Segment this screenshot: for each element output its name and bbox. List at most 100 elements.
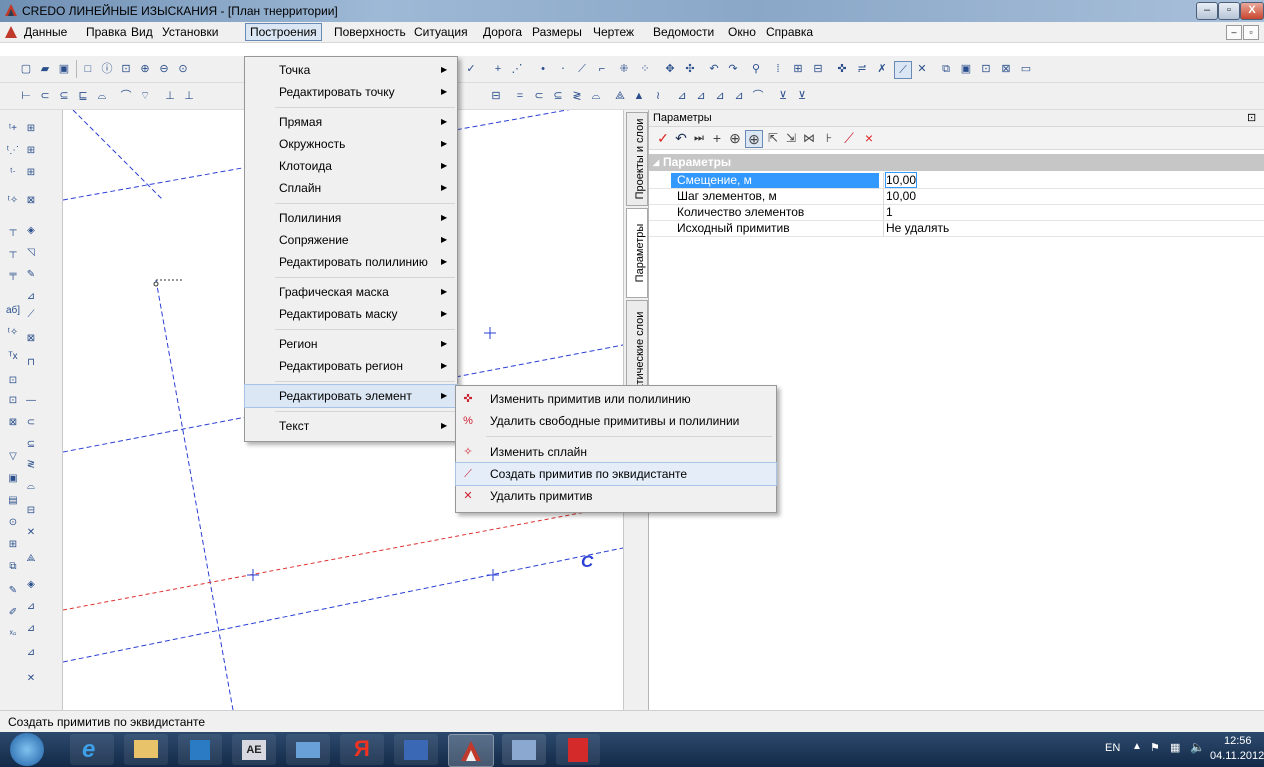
frame-icon[interactable]: □: [80, 61, 96, 77]
delete-grid-icon[interactable]: ⊠: [22, 330, 40, 348]
explorer-icon[interactable]: [124, 734, 168, 765]
dot-icon[interactable]: •: [535, 61, 551, 77]
polyline-edit-icon[interactable]: ◈: [22, 576, 40, 594]
polyline-icon[interactable]: ⟁: [612, 88, 628, 104]
menu-item-edit-mask[interactable]: Редактировать маску ▶: [245, 303, 457, 325]
param-value[interactable]: 10,00: [883, 189, 1264, 204]
menu-item-point[interactable]: Точка ▶: [245, 59, 457, 81]
point-move-icon[interactable]: ᵗ✧: [4, 324, 22, 342]
station-icon[interactable]: ┬: [4, 222, 22, 240]
menu-item-fillet[interactable]: Сопряжение ▶: [245, 229, 457, 251]
point-line-tool-icon[interactable]: ᵗ⋰: [4, 142, 22, 160]
new-file-icon[interactable]: ▢: [18, 61, 34, 77]
menu-drawing[interactable]: Чертеж: [589, 24, 638, 40]
delete-free-icon[interactable]: ✗: [874, 61, 890, 77]
export-icon[interactable]: ⊠: [998, 61, 1014, 77]
cross-tool-icon[interactable]: ✕: [22, 524, 40, 542]
param-value[interactable]: Не удалять: [883, 221, 1264, 236]
mdi-restore-icon[interactable]: ▫: [1243, 25, 1259, 40]
menu-reports[interactable]: Ведомости: [649, 24, 718, 40]
region-icon[interactable]: ▽: [4, 448, 22, 466]
undo-step-icon[interactable]: ↶: [673, 130, 689, 146]
window-view-icon[interactable]: ⧉: [938, 61, 954, 77]
submenu-item-delete-free[interactable]: % Удалить свободные примитивы и полилинии: [456, 410, 776, 432]
check-icon[interactable]: ✓: [463, 61, 479, 77]
next-step-icon[interactable]: ⏭: [691, 130, 707, 146]
show-hidden-icons-icon[interactable]: ▲: [1132, 741, 1142, 752]
zoom-out-icon[interactable]: ⊖: [156, 61, 172, 77]
measure-icon[interactable]: ⊟: [488, 88, 504, 104]
arc2-icon[interactable]: ⊆: [56, 88, 72, 104]
equal-icon[interactable]: =: [512, 88, 528, 104]
save-icon[interactable]: ▣: [56, 61, 72, 77]
fill2-icon[interactable]: ▤: [4, 492, 22, 510]
target-icon[interactable]: ⊕: [727, 130, 743, 146]
binoculars-icon[interactable]: ⚲: [748, 61, 764, 77]
grid-icon[interactable]: ⁞: [770, 61, 786, 77]
volume-icon[interactable]: 🔈: [1190, 740, 1205, 754]
select-cursor2-icon[interactable]: ⇲: [783, 130, 799, 146]
ie-icon[interactable]: e: [70, 734, 114, 765]
layers-icon[interactable]: ⊞: [790, 61, 806, 77]
dim-icon[interactable]: ⊥: [162, 88, 178, 104]
edit-line4-icon[interactable]: ⊿: [731, 88, 747, 104]
target-active-icon[interactable]: ⊕: [745, 130, 763, 148]
menu-item-edit-element[interactable]: Редактировать элемент ▶: [244, 384, 458, 408]
cancel-x-icon[interactable]: ×: [861, 130, 877, 146]
menu-view[interactable]: Вид: [127, 24, 157, 40]
edit-line2-icon[interactable]: ⊿: [693, 88, 709, 104]
mask2-icon[interactable]: ⊻: [794, 88, 810, 104]
pen-box-icon[interactable]: ✎: [4, 582, 22, 600]
flag-icon[interactable]: ⚑: [1150, 741, 1160, 754]
equidistant-icon[interactable]: ≓: [854, 61, 870, 77]
cross-grid-icon[interactable]: ⁜: [616, 61, 632, 77]
arc-icon[interactable]: ⊂: [37, 88, 53, 104]
edit-curve-icon[interactable]: ⌒: [118, 88, 134, 104]
pdf-icon[interactable]: [556, 734, 600, 765]
submenu-item-modify-primitive[interactable]: ✜ Изменить примитив или полилинию: [456, 388, 776, 410]
menu-help[interactable]: Справка: [762, 24, 817, 40]
polyline-tool-icon[interactable]: ⟁: [22, 550, 40, 568]
edit-angle-icon[interactable]: ⟋: [22, 306, 40, 324]
clock-time[interactable]: 12:56: [1224, 735, 1252, 747]
param-row-source[interactable]: Исходный примитив Не удалять: [649, 221, 1264, 237]
menu-item-circle[interactable]: Окружность ▶: [245, 133, 457, 155]
credo-task-icon[interactable]: [448, 734, 494, 767]
yandex-icon[interactable]: Я: [340, 734, 384, 765]
param-row-offset[interactable]: Смещение, м 10,00: [649, 172, 1264, 189]
media-icon[interactable]: [178, 734, 222, 765]
document-icon[interactable]: [4, 25, 18, 39]
apply-check-icon[interactable]: ✓: [655, 130, 671, 146]
text-ab-icon[interactable]: аб]: [4, 302, 22, 320]
slope-icon[interactable]: ⟋: [574, 61, 590, 77]
grid-point3-icon[interactable]: ⊞: [22, 164, 40, 182]
menu-settings[interactable]: Установки: [158, 24, 222, 40]
menu-item-graphic-mask[interactable]: Графическая маска ▶: [245, 281, 457, 303]
param-value[interactable]: 1: [883, 205, 1264, 220]
layers2-icon[interactable]: ⊟: [810, 61, 826, 77]
dimension-icon[interactable]: ⊦: [821, 130, 837, 146]
ae-icon[interactable]: AE: [232, 734, 276, 765]
params-group-header[interactable]: ◢ Параметры: [649, 154, 1264, 171]
measure-tool-icon[interactable]: ⊟: [22, 502, 40, 520]
point-add-icon[interactable]: ᵗ+: [4, 120, 22, 138]
editor-task-icon[interactable]: [502, 734, 546, 765]
network-icon[interactable]: ▦: [1170, 741, 1180, 754]
properties-icon[interactable]: ⊡: [978, 61, 994, 77]
language-indicator[interactable]: EN: [1105, 742, 1120, 754]
edit-line3-icon[interactable]: ⊿: [712, 88, 728, 104]
grid-point2-icon[interactable]: ⊞: [22, 142, 40, 160]
mask-icon[interactable]: ⊻: [775, 88, 791, 104]
delete-line-icon[interactable]: ✕: [22, 670, 40, 688]
param-row-count[interactable]: Количество элементов 1: [649, 205, 1264, 221]
menu-item-region[interactable]: Регион ▶: [245, 333, 457, 355]
zoom-all-icon[interactable]: ⊙: [175, 61, 191, 77]
hline-icon[interactable]: —: [22, 392, 40, 410]
menu-item-polyline[interactable]: Полилиния ▶: [245, 207, 457, 229]
fill-icon[interactable]: ▣: [4, 470, 22, 488]
edit-pen-icon[interactable]: ✎: [22, 266, 40, 284]
open-file-icon[interactable]: ▰: [37, 61, 53, 77]
crosshair-icon[interactable]: +: [709, 130, 725, 146]
angle-icon[interactable]: ⌐: [594, 61, 610, 77]
zoom-in-icon[interactable]: ⊕: [137, 61, 153, 77]
